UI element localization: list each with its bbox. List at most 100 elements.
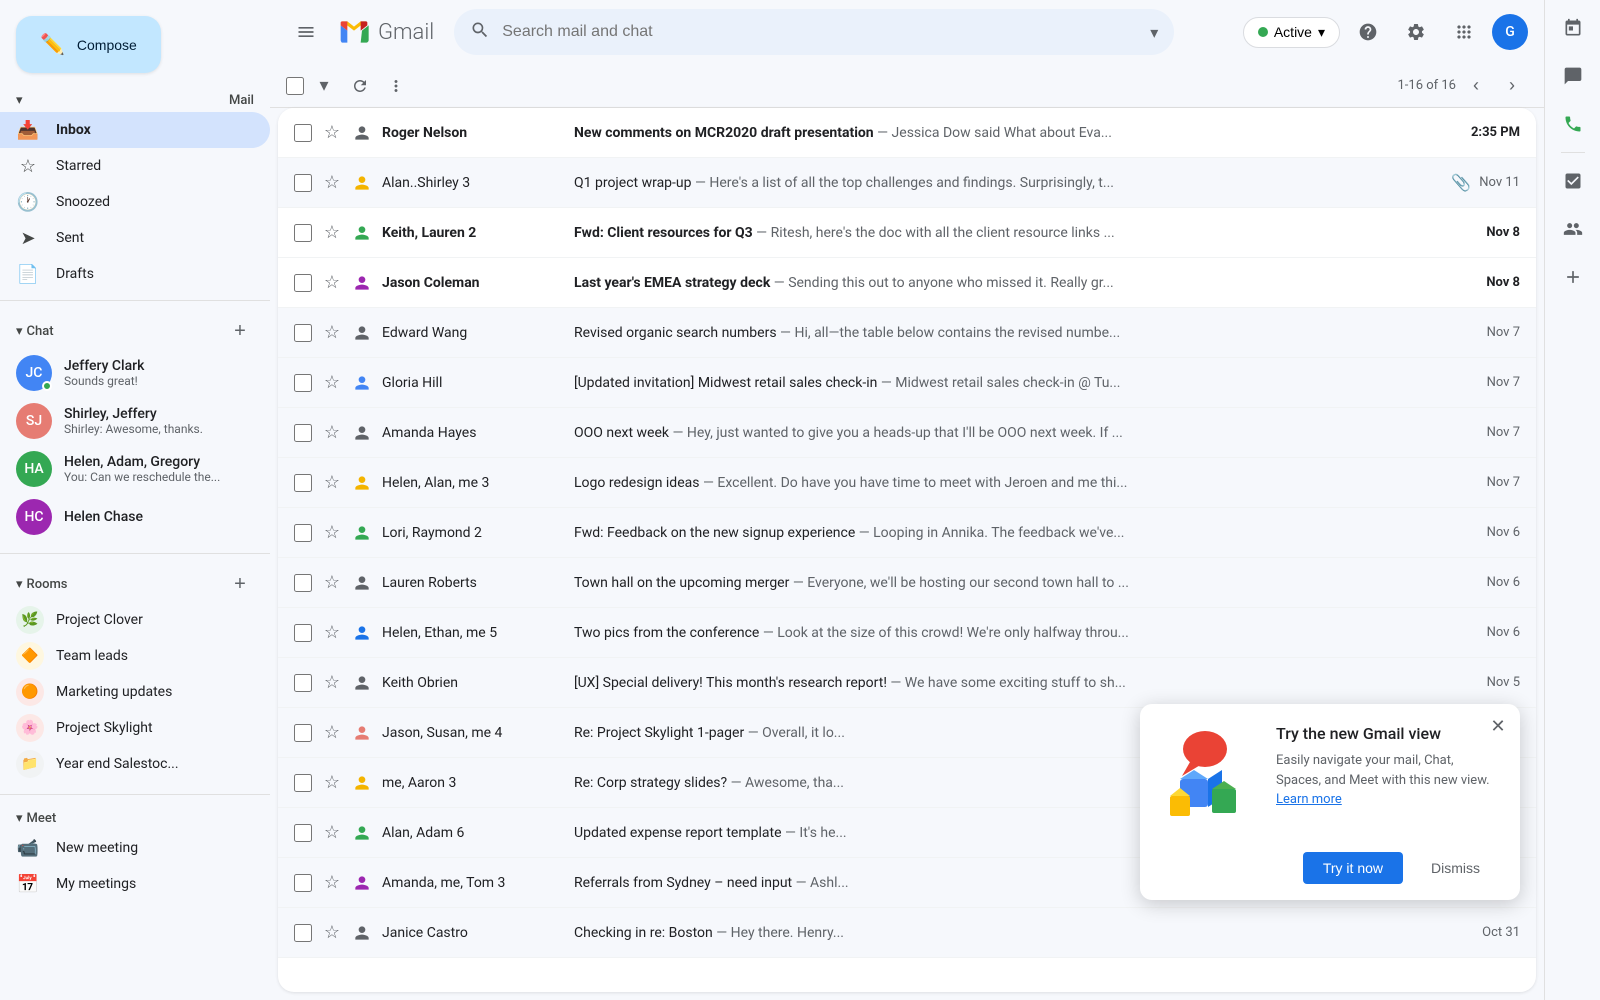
- email-checkbox-11[interactable]: [294, 624, 312, 642]
- star-button-10[interactable]: ☆: [320, 571, 344, 595]
- email-checkbox-4[interactable]: [294, 274, 312, 292]
- star-button-4[interactable]: ☆: [320, 271, 344, 295]
- room-item-year-end[interactable]: 📁 Year end Salestoc...: [0, 746, 270, 782]
- sidebar-item-drafts[interactable]: 📄 Drafts: [0, 256, 270, 292]
- email-date-4: Nov 8: [1486, 275, 1520, 290]
- star-button-7[interactable]: ☆: [320, 421, 344, 445]
- sidebar-item-starred[interactable]: ☆ Starred: [0, 148, 270, 184]
- room-item-project-clover[interactable]: 🌿 Project Clover: [0, 602, 270, 638]
- add-room-button[interactable]: +: [226, 570, 254, 598]
- active-status-button[interactable]: Active ▾: [1243, 17, 1340, 48]
- email-row-7[interactable]: ☆ Amanda Hayes OOO next week — Hey, just…: [278, 408, 1536, 458]
- chat-item-helen-chase[interactable]: HC Helen Chase: [0, 493, 270, 541]
- email-checkbox-15[interactable]: [294, 824, 312, 842]
- email-checkbox-8[interactable]: [294, 474, 312, 492]
- email-row-17[interactable]: ☆ Janice Castro Checking in re: Boston —…: [278, 908, 1536, 958]
- email-sender-17: Janice Castro: [382, 925, 562, 941]
- phone-panel-button[interactable]: [1553, 104, 1593, 144]
- star-button-9[interactable]: ☆: [320, 521, 344, 545]
- email-checkbox-2[interactable]: [294, 174, 312, 192]
- draft-icon: 📄: [16, 264, 40, 285]
- sidebar-item-snoozed[interactable]: 🕐 Snoozed: [0, 184, 270, 220]
- dismiss-button[interactable]: Dismiss: [1411, 852, 1500, 884]
- chat-item-shirley[interactable]: SJ Shirley, Jeffery Shirley: Awesome, th…: [0, 397, 270, 445]
- chat-avatar-helen-chase: HC: [16, 499, 52, 535]
- snooze-icon: 🕐: [16, 192, 40, 213]
- select-dropdown-button[interactable]: ▾: [308, 70, 340, 102]
- email-checkbox-13[interactable]: [294, 724, 312, 742]
- chat-item-jeffery[interactable]: JC Jeffery Clark Sounds great!: [0, 349, 270, 397]
- star-button-2[interactable]: ☆: [320, 171, 344, 195]
- room-item-marketing[interactable]: 🟠 Marketing updates: [0, 674, 270, 710]
- star-button-16[interactable]: ☆: [320, 871, 344, 895]
- meet-item-my[interactable]: 📅 My meetings: [0, 866, 270, 902]
- sidebar-item-inbox[interactable]: 📥 Inbox: [0, 112, 270, 148]
- email-checkbox-16[interactable]: [294, 874, 312, 892]
- email-row-12[interactable]: ☆ Keith Obrien [UX] Special delivery! Th…: [278, 658, 1536, 708]
- search-dropdown-icon[interactable]: ▾: [1150, 23, 1158, 42]
- tasks-panel-button[interactable]: [1553, 161, 1593, 201]
- email-checkbox-14[interactable]: [294, 774, 312, 792]
- mail-chat-divider: [0, 300, 270, 301]
- refresh-button[interactable]: [344, 70, 376, 102]
- chat-item-helen-adam[interactable]: HA Helen, Adam, Gregory You: Can we resc…: [0, 445, 270, 493]
- active-dropdown-icon: ▾: [1318, 24, 1325, 41]
- email-row-10[interactable]: ☆ Lauren Roberts Town hall on the upcomi…: [278, 558, 1536, 608]
- email-checkbox-3[interactable]: [294, 224, 312, 242]
- user-avatar[interactable]: G: [1492, 14, 1528, 50]
- add-chat-button[interactable]: +: [226, 317, 254, 345]
- people-panel-button[interactable]: [1553, 209, 1593, 249]
- try-now-button[interactable]: Try it now: [1303, 852, 1403, 884]
- star-button-8[interactable]: ☆: [320, 471, 344, 495]
- star-button-14[interactable]: ☆: [320, 771, 344, 795]
- email-checkbox-12[interactable]: [294, 674, 312, 692]
- star-button-3[interactable]: ☆: [320, 221, 344, 245]
- menu-button[interactable]: [286, 12, 326, 52]
- help-button[interactable]: [1348, 12, 1388, 52]
- email-checkbox-6[interactable]: [294, 374, 312, 392]
- calendar-panel-button[interactable]: [1553, 8, 1593, 48]
- star-button-11[interactable]: ☆: [320, 621, 344, 645]
- mail-section-header[interactable]: ▾ Mail: [0, 89, 270, 112]
- room-item-skylight[interactable]: 🌸 Project Skylight: [0, 710, 270, 746]
- email-checkbox-1[interactable]: [294, 124, 312, 142]
- email-row-1[interactable]: ☆ Roger Nelson New comments on MCR2020 d…: [278, 108, 1536, 158]
- email-row-3[interactable]: ☆ Keith, Lauren 2 Fwd: Client resources …: [278, 208, 1536, 258]
- email-checkbox-5[interactable]: [294, 324, 312, 342]
- email-row-2[interactable]: ☆ Alan..Shirley 3 Q1 project wrap-up — H…: [278, 158, 1536, 208]
- sidebar-item-sent[interactable]: ➤ Sent: [0, 220, 270, 256]
- settings-button[interactable]: [1396, 12, 1436, 52]
- popup-learn-more-link[interactable]: Learn more: [1276, 792, 1342, 807]
- email-checkbox-10[interactable]: [294, 574, 312, 592]
- star-button-13[interactable]: ☆: [320, 721, 344, 745]
- email-row-9[interactable]: ☆ Lori, Raymond 2 Fwd: Feedback on the n…: [278, 508, 1536, 558]
- meet-item-new[interactable]: 📹 New meeting: [0, 830, 270, 866]
- compose-button[interactable]: ✏️ Compose: [16, 16, 161, 73]
- star-button-6[interactable]: ☆: [320, 371, 344, 395]
- email-row-11[interactable]: ☆ Helen, Ethan, me 5 Two pics from the c…: [278, 608, 1536, 658]
- star-button-17[interactable]: ☆: [320, 921, 344, 945]
- prev-page-button[interactable]: ‹: [1460, 70, 1492, 102]
- email-row-6[interactable]: ☆ Gloria Hill [Updated invitation] Midwe…: [278, 358, 1536, 408]
- email-row-4[interactable]: ☆ Jason Coleman Last year's EMEA strateg…: [278, 258, 1536, 308]
- search-input[interactable]: [502, 23, 1138, 41]
- chat-panel-button[interactable]: [1553, 56, 1593, 96]
- star-button-12[interactable]: ☆: [320, 671, 344, 695]
- email-row-5[interactable]: ☆ Edward Wang Revised organic search num…: [278, 308, 1536, 358]
- email-checkbox-9[interactable]: [294, 524, 312, 542]
- next-page-button[interactable]: ›: [1496, 70, 1528, 102]
- room-item-team-leads[interactable]: 🔶 Team leads: [0, 638, 270, 674]
- star-button-5[interactable]: ☆: [320, 321, 344, 345]
- popup-close-button[interactable]: ✕: [1484, 712, 1512, 740]
- star-button-15[interactable]: ☆: [320, 821, 344, 845]
- email-subject-8: Logo redesign ideas — Excellent. Do have…: [574, 475, 1475, 491]
- add-panel-button[interactable]: [1553, 257, 1593, 297]
- email-checkbox-7[interactable]: [294, 424, 312, 442]
- apps-button[interactable]: [1444, 12, 1484, 52]
- email-checkbox-17[interactable]: [294, 924, 312, 942]
- star-button-1[interactable]: ☆: [320, 121, 344, 145]
- email-row-8[interactable]: ☆ Helen, Alan, me 3 Logo redesign ideas …: [278, 458, 1536, 508]
- popup-illustration: [1160, 724, 1260, 824]
- select-all-checkbox[interactable]: [286, 77, 304, 95]
- more-options-button[interactable]: [380, 70, 412, 102]
